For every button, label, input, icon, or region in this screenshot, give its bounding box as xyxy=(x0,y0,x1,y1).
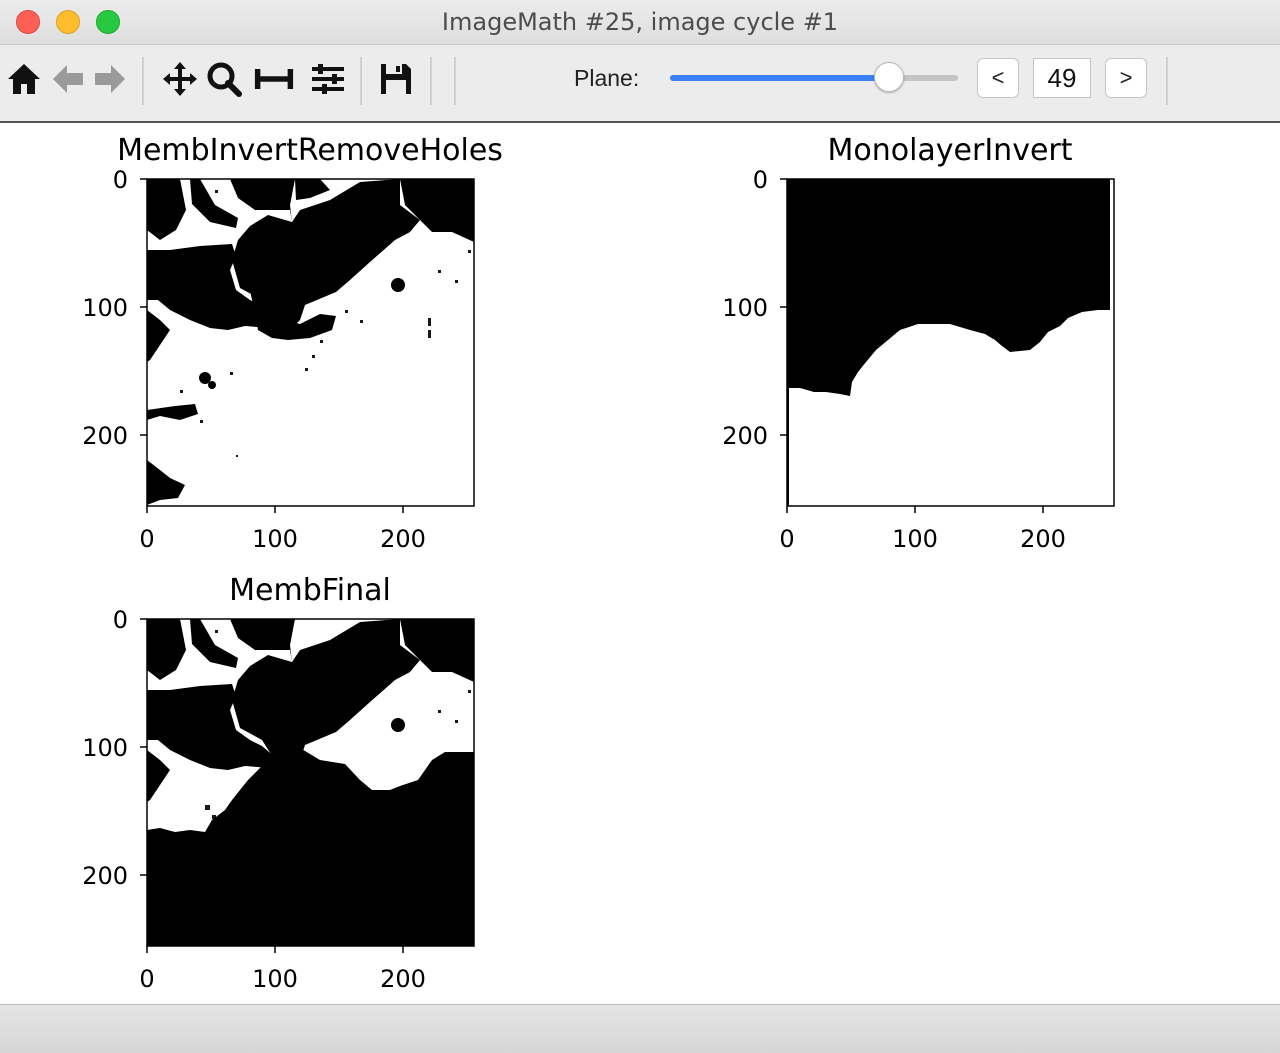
x-tick-label: 100 xyxy=(252,965,298,993)
window-title: ImageMath #25, image cycle #1 xyxy=(441,8,839,36)
figure-svg: MembInvertRemoveHoles 0 100 200 0 100 20… xyxy=(82,133,1115,993)
y-tick-label: 200 xyxy=(82,862,128,890)
y-tick-label: 0 xyxy=(113,606,128,634)
y-tick-label: 100 xyxy=(82,734,128,762)
x-tick-label: 200 xyxy=(380,965,426,993)
y-tick-label: 200 xyxy=(722,422,768,450)
home-icon[interactable] xyxy=(4,59,44,99)
y-tick-label: 0 xyxy=(113,166,128,194)
x-tick-label: 0 xyxy=(139,965,154,993)
plane-number-input[interactable] xyxy=(1033,58,1091,98)
x-tick-label: 200 xyxy=(380,525,426,553)
navigation-toolbar: Plane: < > xyxy=(0,45,1280,123)
configure-icon[interactable] xyxy=(308,59,348,99)
previous-plane-button[interactable]: < xyxy=(977,58,1019,98)
toolbar-separator xyxy=(142,57,144,105)
zoom-icon[interactable] xyxy=(204,59,244,99)
x-tick-label: 0 xyxy=(139,525,154,553)
toolbar-separator xyxy=(1166,57,1168,105)
subplot-memb-invert-remove-holes: MembInvertRemoveHoles 0 100 200 0 100 20… xyxy=(82,133,503,553)
pan-icon[interactable] xyxy=(160,59,200,99)
y-tick-label: 0 xyxy=(753,166,768,194)
plane-slider-thumb[interactable] xyxy=(873,62,904,92)
plane-slider[interactable] xyxy=(670,62,958,92)
subplot-memb-final: MembFinal 0 100 200 0 100 200 xyxy=(82,573,475,993)
x-tick-label: 100 xyxy=(252,525,298,553)
toolbar-separator xyxy=(360,57,362,105)
title-bar: ImageMath #25, image cycle #1 xyxy=(0,0,1280,45)
x-tick-label: 200 xyxy=(1020,525,1066,553)
image-memb-invert-remove-holes xyxy=(147,179,474,506)
toolbar-separator xyxy=(454,57,456,105)
toolbar-separator xyxy=(430,57,432,105)
subplots-icon[interactable] xyxy=(254,59,294,99)
y-tick-label: 100 xyxy=(722,294,768,322)
subplot-monolayer-invert: MonolayerInvert 0 100 200 0 100 200 xyxy=(722,133,1115,553)
subplot-title: MembFinal xyxy=(229,573,391,608)
x-tick-label: 0 xyxy=(779,525,794,553)
y-tick-label: 100 xyxy=(82,294,128,322)
forward-arrow-icon[interactable] xyxy=(90,59,130,99)
back-arrow-icon[interactable] xyxy=(48,59,88,99)
figure-canvas[interactable]: MembInvertRemoveHoles 0 100 200 0 100 20… xyxy=(0,123,1280,1004)
status-bar xyxy=(0,1004,1280,1053)
subplot-title: MembInvertRemoveHoles xyxy=(117,133,503,168)
plane-slider-fill xyxy=(670,75,889,81)
image-monolayer-invert xyxy=(787,179,1114,506)
plane-label: Plane: xyxy=(574,65,640,91)
next-plane-button[interactable]: > xyxy=(1105,58,1147,98)
subplot-title: MonolayerInvert xyxy=(827,133,1072,168)
y-tick-label: 200 xyxy=(82,422,128,450)
image-memb-final xyxy=(147,619,474,946)
x-tick-label: 100 xyxy=(892,525,938,553)
save-icon[interactable] xyxy=(376,59,416,99)
